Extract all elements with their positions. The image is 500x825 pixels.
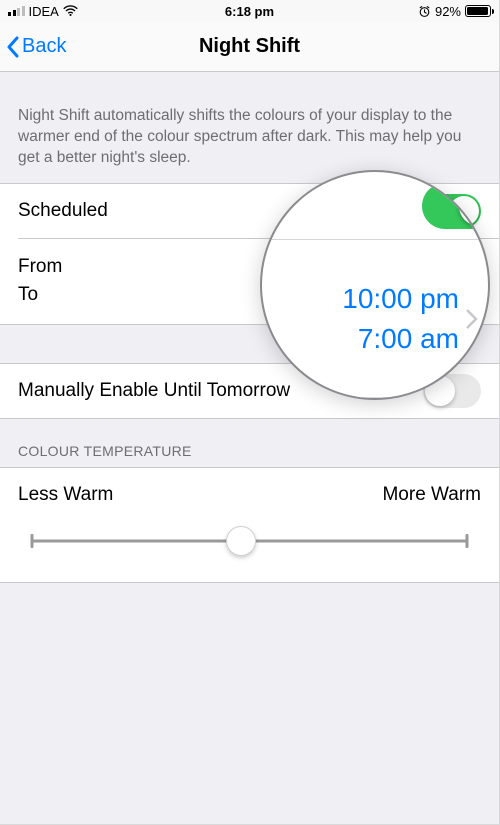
colour-temperature-slider[interactable] [18, 526, 481, 556]
magnifier-callout: 10:00 pm 7:00 am [260, 170, 490, 400]
magnified-to-value: 7:00 am [358, 323, 459, 355]
battery-icon [465, 5, 491, 17]
less-warm-label: Less Warm [18, 484, 113, 506]
magnified-scheduled-toggle [422, 183, 490, 229]
cell-signal-icon [8, 6, 25, 16]
page-title: Night Shift [0, 35, 499, 58]
back-label: Back [22, 35, 66, 58]
back-button[interactable]: Back [0, 35, 66, 58]
slider-thumb[interactable] [226, 526, 256, 556]
battery-percentage: 92% [435, 4, 461, 19]
colour-temperature-group: Less Warm More Warm [0, 467, 499, 583]
alarm-icon [418, 5, 431, 18]
chevron-right-icon [465, 308, 478, 330]
from-label: From [18, 256, 62, 278]
status-bar: IDEA 6:18 pm 92% [0, 0, 499, 22]
magnified-from-value: 10:00 pm [342, 283, 459, 315]
scheduled-label: Scheduled [18, 200, 108, 222]
carrier-label: IDEA [29, 4, 59, 19]
more-warm-label: More Warm [382, 484, 481, 506]
nav-bar: Back Night Shift [0, 22, 499, 72]
description-text: Night Shift automatically shifts the col… [0, 72, 499, 183]
night-shift-screen: IDEA 6:18 pm 92% Back Night Shift [0, 0, 500, 825]
wifi-icon [63, 5, 78, 17]
to-label: To [18, 284, 62, 306]
colour-temperature-header: COLOUR TEMPERATURE [0, 419, 499, 467]
chevron-left-icon [6, 36, 20, 58]
manual-enable-label: Manually Enable Until Tomorrow [18, 380, 290, 402]
